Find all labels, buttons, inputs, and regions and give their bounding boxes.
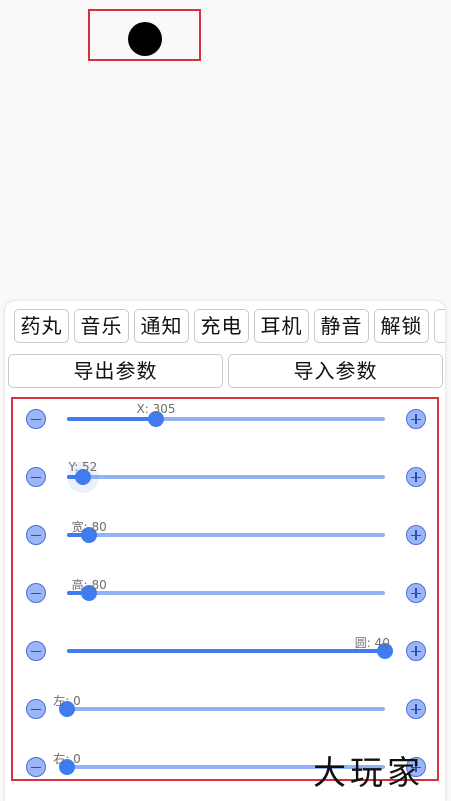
increment-icon[interactable]: [406, 525, 426, 545]
slider-fill: [67, 649, 385, 653]
slider-row: 宽: 80: [13, 515, 437, 555]
tab-headphones[interactable]: 耳机: [254, 309, 309, 343]
tab-overflow-edge[interactable]: [434, 309, 445, 343]
tab-pill[interactable]: 药丸: [14, 309, 69, 343]
slider-track[interactable]: 高: 80: [67, 578, 385, 601]
tab-bar: 药丸 音乐 通知 充电 耳机 静音 解锁: [5, 309, 445, 343]
island-preview-dot: [128, 22, 162, 56]
increment-icon[interactable]: [406, 699, 426, 719]
tab-charging[interactable]: 充电: [194, 309, 249, 343]
slider-value-label: 圆: 40: [354, 636, 390, 650]
slider-row: Y: 52: [13, 457, 437, 497]
tab-mute[interactable]: 静音: [314, 309, 369, 343]
slider-track[interactable]: 宽: 80: [67, 520, 385, 543]
slider-track[interactable]: Y: 52: [66, 460, 385, 493]
preview-box: [88, 9, 201, 61]
decrement-icon[interactable]: [26, 641, 46, 661]
slider-value-label: 高: 80: [71, 578, 107, 592]
decrement-icon[interactable]: [26, 525, 46, 545]
tab-music[interactable]: 音乐: [74, 309, 129, 343]
slider-row: 圆: 40: [13, 631, 437, 671]
sliders-group: X: 305 Y: 52 宽: 80 高: 80 圆: 40 左: 0 右: 0: [11, 397, 439, 781]
slider-value-label: Y: 52: [68, 460, 98, 474]
decrement-icon[interactable]: [26, 757, 46, 777]
slider-fill: [67, 417, 157, 421]
slider-value-label: 右: 0: [53, 752, 81, 766]
increment-icon[interactable]: [406, 583, 426, 603]
slider-track[interactable]: X: 305: [67, 402, 385, 427]
slider-row: 左: 0: [13, 689, 437, 729]
decrement-icon[interactable]: [26, 467, 46, 487]
slider-value-label: 宽: 80: [71, 520, 107, 534]
slider-track[interactable]: 左: 0: [53, 694, 385, 717]
slider-value-label: 左: 0: [53, 694, 81, 708]
decrement-icon[interactable]: [26, 583, 46, 603]
slider-row: X: 305: [13, 399, 437, 439]
decrement-icon[interactable]: [26, 699, 46, 719]
slider-row: 高: 80: [13, 573, 437, 613]
settings-panel: 药丸 音乐 通知 充电 耳机 静音 解锁 导出参数 导入参数 X: 305 Y: …: [5, 301, 445, 801]
watermark: 大玩家: [313, 753, 424, 792]
export-params-button[interactable]: 导出参数: [8, 354, 223, 388]
increment-icon[interactable]: [406, 409, 426, 429]
slider-value-label: X: 305: [136, 402, 176, 416]
increment-icon[interactable]: [406, 641, 426, 661]
tab-notification[interactable]: 通知: [134, 309, 189, 343]
decrement-icon[interactable]: [26, 409, 46, 429]
tab-unlock[interactable]: 解锁: [374, 309, 429, 343]
increment-icon[interactable]: [406, 467, 426, 487]
slider-track[interactable]: 圆: 40: [67, 636, 393, 659]
import-params-button[interactable]: 导入参数: [228, 354, 443, 388]
